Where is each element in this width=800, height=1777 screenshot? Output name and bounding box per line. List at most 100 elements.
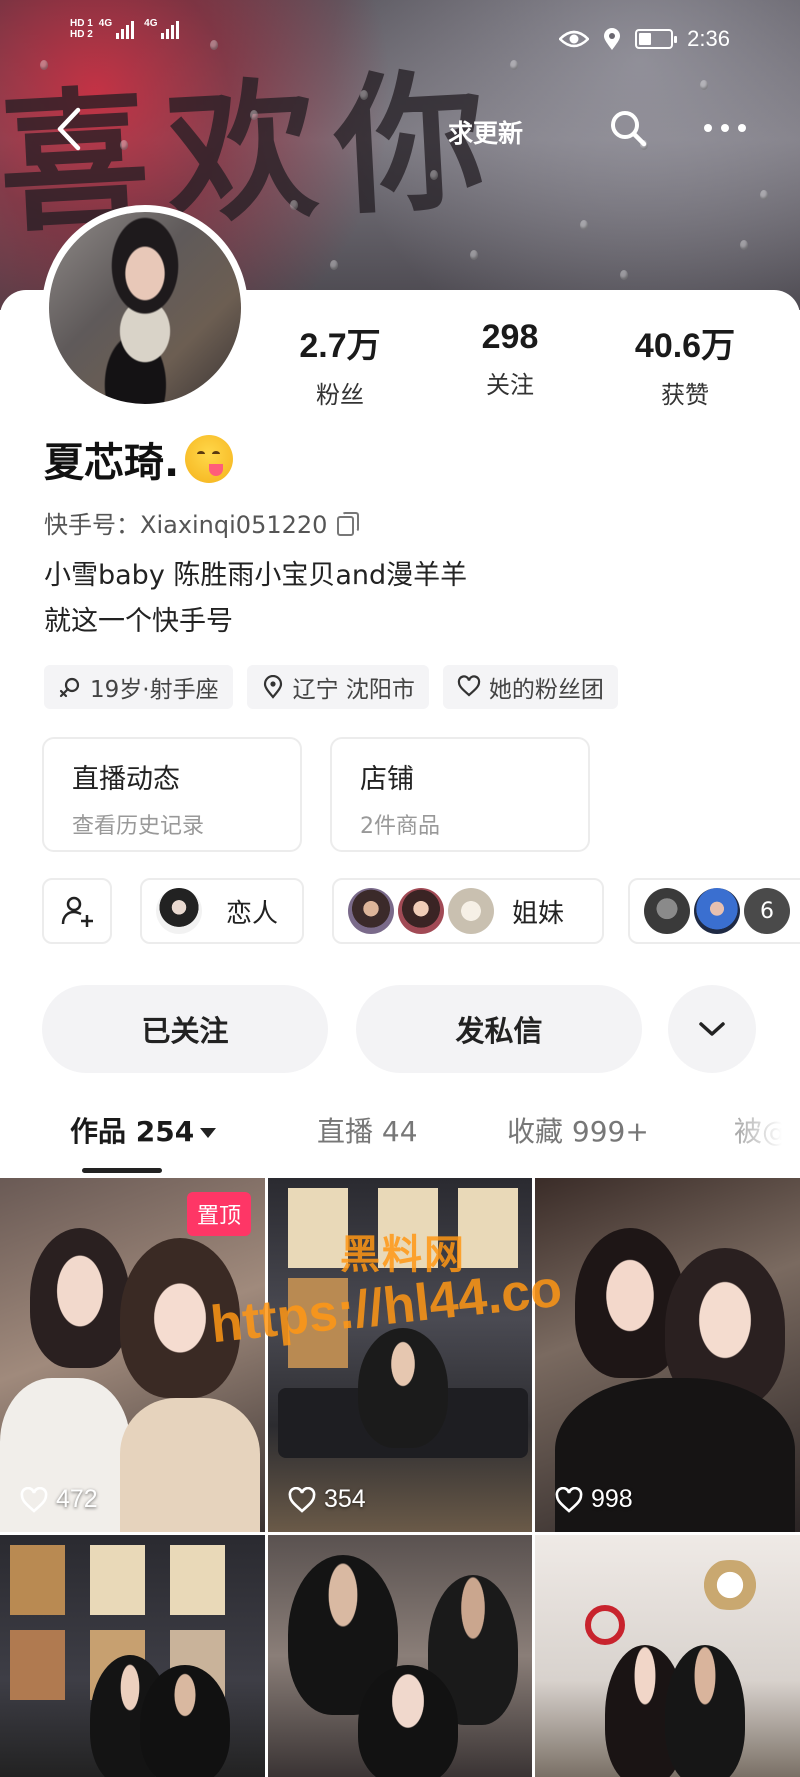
- profile-bio: 小雪baby 陈胜雨小宝贝and漫羊羊 就这一个快手号: [44, 553, 467, 645]
- chevron-left-icon: [57, 107, 81, 151]
- video-thumbnail-poster: [288, 1188, 348, 1268]
- video-item[interactable]: [0, 1535, 265, 1777]
- video-thumbnail-figure: [665, 1645, 745, 1777]
- relation-sisters[interactable]: 姐妹: [332, 878, 604, 944]
- video-thumbnail-chandelier: [695, 1560, 765, 1610]
- avatar-image: [49, 212, 241, 404]
- status-bar: HD 1 HD 2 4G 4G 2:36: [0, 0, 800, 84]
- tag-location[interactable]: 辽宁 沈阳市: [246, 665, 429, 709]
- video-thumbnail-figure: [140, 1665, 230, 1777]
- kuaishou-id-row[interactable]: 快手号：Xiaxinqi051220: [44, 505, 360, 540]
- like-count: 354: [288, 1485, 366, 1514]
- video-thumbnail-figure: [358, 1665, 458, 1777]
- tag-fan-group[interactable]: 她的粉丝团: [442, 665, 618, 709]
- bio-line: 小雪baby 陈胜雨小宝贝and漫羊羊: [44, 560, 468, 591]
- clock: 2:36: [687, 26, 730, 51]
- heart-outline-icon: [20, 1486, 48, 1513]
- tab-live[interactable]: 直播 44: [317, 1110, 418, 1150]
- video-thumbnail-poster: [170, 1545, 225, 1615]
- profile-actions: 已关注 发私信: [42, 985, 800, 1075]
- video-thumbnail-figure: [30, 1228, 130, 1368]
- content-tabs: 作品 254 直播 44 收藏 999+ 被@: [0, 1100, 800, 1178]
- like-count: 472: [20, 1485, 98, 1514]
- video-thumbnail-poster: [378, 1188, 438, 1268]
- video-thumbnail-figure: [358, 1328, 448, 1448]
- tag-text: 辽宁 沈阳市: [292, 677, 415, 703]
- eye-icon: [559, 30, 590, 48]
- feature-subtitle: 查看历史记录: [72, 814, 205, 839]
- heart-outline-icon: [555, 1486, 583, 1513]
- stat-likes[interactable]: 40.6万 获赞: [605, 318, 765, 410]
- search-button[interactable]: [608, 108, 648, 148]
- location-status-icon: [604, 28, 621, 50]
- battery-icon: [635, 29, 678, 49]
- tag-text: 她的粉丝团: [488, 677, 604, 703]
- relation-avatar: [448, 888, 494, 934]
- expand-button[interactable]: [668, 985, 756, 1073]
- live-history-card[interactable]: 直播动态 查看历史记录: [42, 737, 302, 852]
- feature-title: 直播动态: [72, 764, 180, 795]
- relation-avatar: [156, 888, 202, 934]
- tab-works[interactable]: 作品 254: [70, 1110, 217, 1150]
- relation-group[interactable]: 6: [628, 878, 800, 944]
- relation-label: 恋人: [226, 898, 279, 929]
- pinned-badge: 置顶: [186, 1192, 251, 1236]
- avatar[interactable]: [42, 205, 248, 411]
- heart-icon: [457, 675, 481, 697]
- video-item[interactable]: [535, 1535, 800, 1777]
- request-update-button[interactable]: 求更新: [448, 114, 523, 150]
- stat-followers[interactable]: 2.7万 粉丝: [260, 318, 420, 410]
- video-item[interactable]: 998: [535, 1178, 800, 1532]
- profile-name-row: 夏芯琦.: [44, 430, 234, 488]
- followed-button[interactable]: 已关注: [42, 985, 328, 1073]
- video-thumbnail-poster: [10, 1630, 65, 1700]
- tag-text: 19岁·射手座: [90, 677, 219, 703]
- video-item[interactable]: 354: [268, 1178, 532, 1532]
- yum-emoji-icon: [185, 435, 234, 483]
- more-dots-icon: [704, 124, 746, 132]
- feature-subtitle: 2件商品: [360, 814, 440, 839]
- relations-row: 恋人 姐妹 6: [42, 878, 800, 948]
- stat-label: 关注: [486, 371, 534, 399]
- profile-stats: 2.7万 粉丝 298 关注 40.6万 获赞: [260, 318, 800, 410]
- like-count: 998: [555, 1485, 633, 1514]
- stat-following[interactable]: 298 关注: [430, 318, 590, 400]
- stat-label: 粉丝: [316, 381, 364, 409]
- back-button[interactable]: [50, 106, 90, 152]
- relation-lover[interactable]: 恋人: [140, 878, 304, 944]
- relation-avatar: [398, 888, 444, 934]
- chevron-down-icon: [699, 1022, 725, 1036]
- video-thumbnail-poster: [458, 1188, 518, 1268]
- tag-age: 19岁·射手座: [44, 665, 233, 709]
- caret-down-icon: [200, 1128, 217, 1138]
- stat-value: 298: [481, 318, 539, 356]
- video-thumbnail-poster: [10, 1545, 65, 1615]
- video-thumbnail-poster: [90, 1545, 145, 1615]
- video-thumbnail-poster: [288, 1278, 348, 1368]
- kuaishou-id: 快手号：Xiaxinqi051220: [44, 511, 328, 539]
- stat-value: 2.7万: [299, 327, 381, 365]
- video-thumbnail-logo: [585, 1605, 625, 1645]
- video-grid: 置顶 472 354 998: [0, 1178, 800, 1777]
- bio-line: 就这一个快手号: [44, 606, 233, 637]
- add-friend-button[interactable]: [42, 878, 112, 944]
- signal-icon-2: [161, 19, 180, 39]
- copy-icon[interactable]: [337, 511, 360, 536]
- tab-label: 作品 254: [70, 1115, 195, 1148]
- tab-favorites[interactable]: 收藏 999+: [507, 1110, 649, 1150]
- active-tab-indicator: [82, 1168, 162, 1173]
- network-type-1: 4G: [98, 18, 113, 29]
- video-item[interactable]: [268, 1535, 532, 1777]
- message-button[interactable]: 发私信: [356, 985, 642, 1073]
- search-icon: [611, 111, 647, 147]
- location-icon: [263, 675, 282, 699]
- profile-tags: 19岁·射手座 辽宁 沈阳市 她的粉丝团: [44, 665, 618, 709]
- shop-card[interactable]: 店铺 2件商品: [330, 737, 590, 852]
- sim-indicators: HD 1 HD 2: [70, 18, 93, 40]
- relation-avatar: [644, 888, 690, 934]
- relation-label: 姐妹: [512, 898, 565, 929]
- video-item[interactable]: 置顶 472: [0, 1178, 265, 1532]
- more-button[interactable]: [700, 110, 750, 146]
- feature-title: 店铺: [360, 764, 414, 795]
- relation-avatar: [348, 888, 394, 934]
